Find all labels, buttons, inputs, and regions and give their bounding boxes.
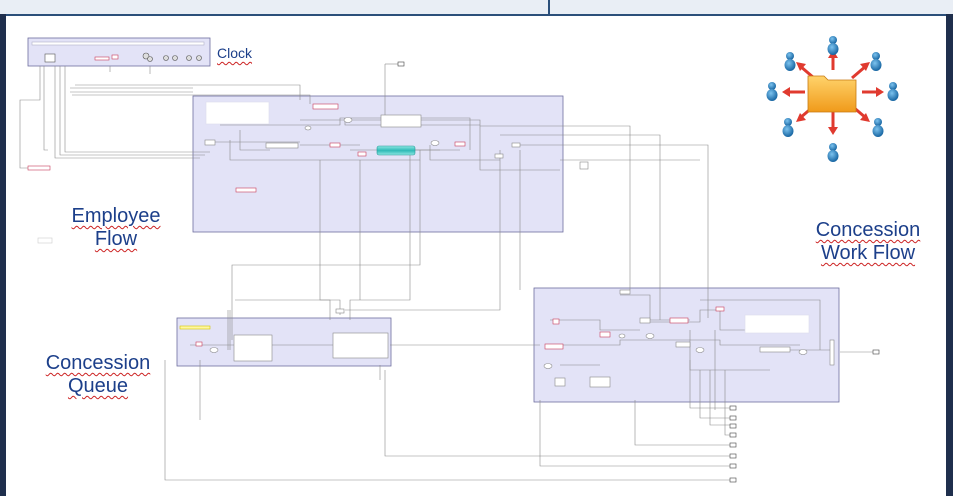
- employee-flow-label-line1: Employee: [71, 205, 161, 227]
- concession-queue-label-line2: Queue: [67, 375, 129, 397]
- employee-flow-label: Employee Flow: [52, 205, 180, 251]
- employee-flow-label-line2: Flow: [94, 228, 138, 250]
- folder-share-icon: [766, 36, 899, 162]
- concession-work-flow-label: Concession Work Flow: [793, 219, 943, 265]
- slide: Clock Employee Flow Concession Queue Con…: [0, 0, 953, 496]
- concession-work-flow-label-line2: Work Flow: [820, 242, 916, 264]
- concession-queue-label: Concession Queue: [22, 352, 174, 398]
- concession-work-flow-label-line1: Concession: [815, 219, 921, 241]
- concession-queue-label-line1: Concession: [45, 352, 151, 374]
- clock-label: Clock: [217, 45, 253, 61]
